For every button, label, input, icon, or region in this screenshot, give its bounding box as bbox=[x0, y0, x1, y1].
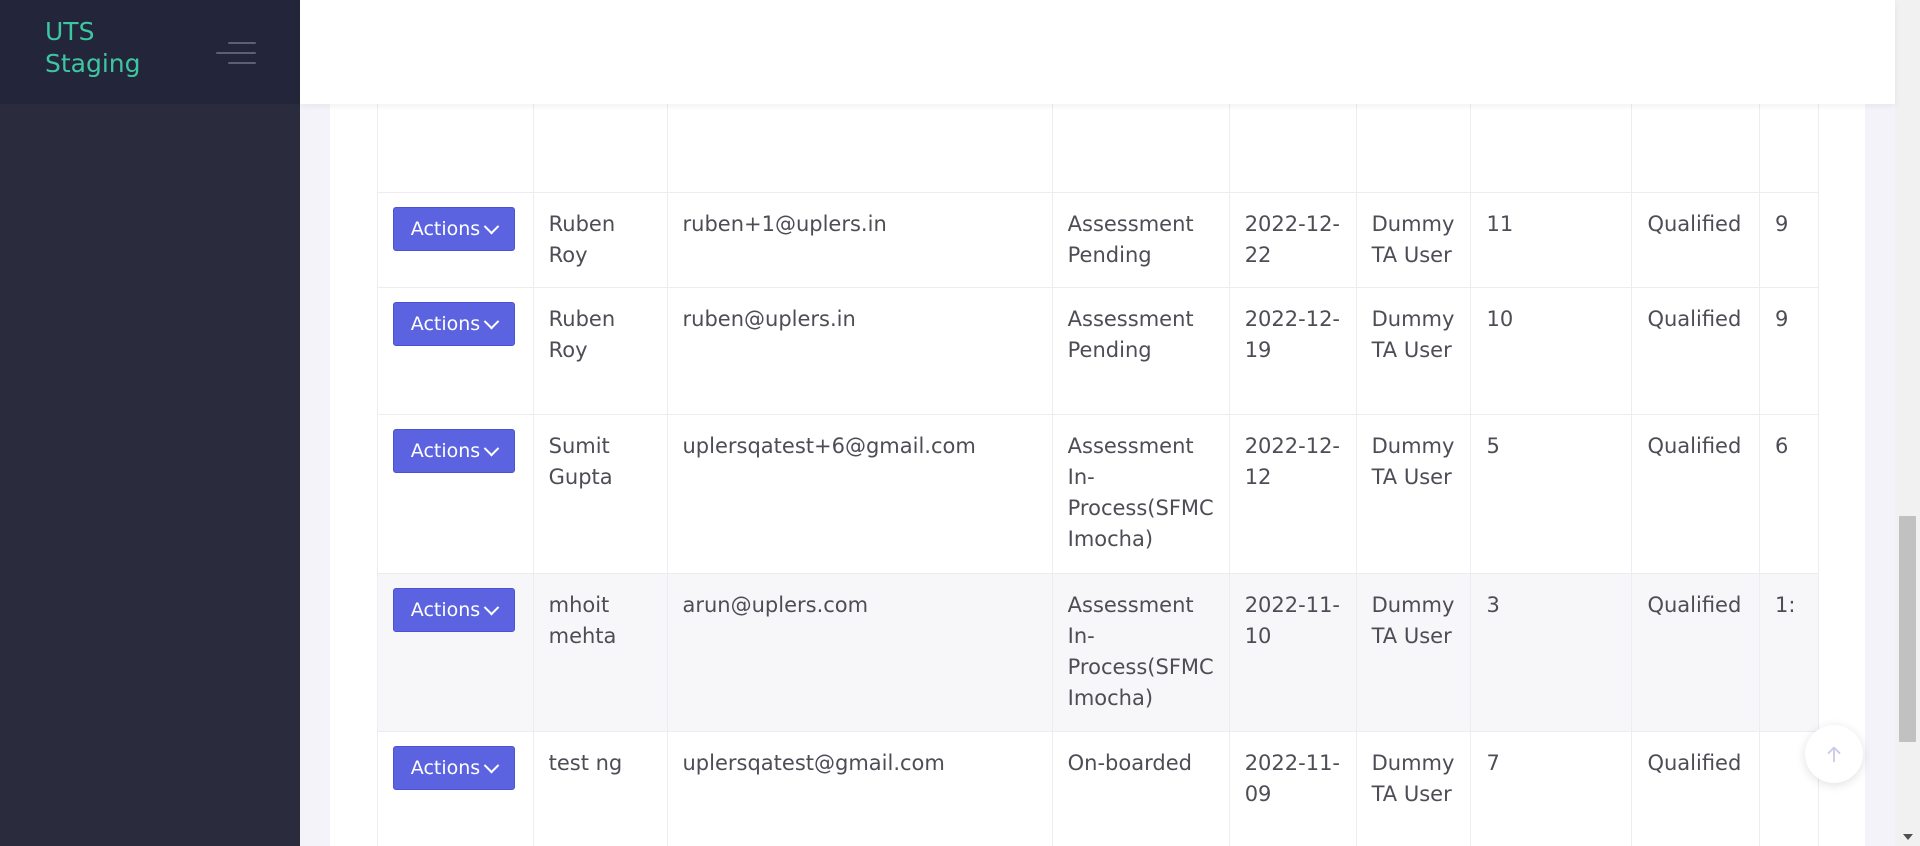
qualification-status: Qualified bbox=[1631, 414, 1761, 574]
table-row: Actions test ng uplersqatest@gmail.com On-b… bbox=[377, 731, 1819, 846]
scroll-down-arrow-icon[interactable] bbox=[1903, 834, 1913, 840]
chevron-down-icon bbox=[483, 440, 500, 456]
candidate-status: On-boarded bbox=[1051, 731, 1230, 846]
page-scrollbar[interactable] bbox=[1895, 0, 1920, 846]
candidate-name: test ng bbox=[532, 731, 668, 846]
actions-cell: Actions bbox=[377, 414, 534, 574]
ta-user: Dummy TA User bbox=[1355, 573, 1472, 732]
candidate-count: 10 bbox=[1470, 287, 1633, 415]
qualification-status: Qualified bbox=[1631, 287, 1761, 415]
candidates-table: Process(SFMC Imocha)ActionsRuben Royrube… bbox=[377, 0, 1819, 846]
candidate-email: ruben@uplers.in bbox=[666, 287, 1053, 415]
actions-dropdown-button[interactable]: Actions bbox=[393, 588, 515, 632]
candidate-count: 3 bbox=[1470, 573, 1633, 732]
candidate-status: Assessment In-Process(SFMC Imocha) bbox=[1051, 414, 1230, 574]
actions-cell: Actions bbox=[377, 287, 534, 415]
arrow-up-icon bbox=[1827, 746, 1841, 763]
ta-user: Dummy TA User bbox=[1355, 414, 1472, 574]
extra-value: 6 bbox=[1759, 414, 1819, 574]
candidate-count: 5 bbox=[1470, 414, 1633, 574]
actions-label: Actions bbox=[410, 440, 481, 462]
qualification-status: Qualified bbox=[1631, 192, 1761, 288]
table-card: Process(SFMC Imocha)ActionsRuben Royrube… bbox=[330, 0, 1865, 846]
top-header-bar bbox=[300, 0, 1895, 104]
extra-value: 9 bbox=[1759, 287, 1819, 415]
qualification-status: Qualified bbox=[1631, 731, 1761, 846]
candidate-email: uplersqatest@gmail.com bbox=[666, 731, 1053, 846]
brand-header: UTS Staging bbox=[0, 0, 300, 104]
actions-dropdown-button[interactable]: Actions bbox=[393, 429, 515, 473]
chevron-down-icon bbox=[483, 313, 500, 329]
candidate-status: Assessment Pending bbox=[1051, 287, 1230, 415]
ta-user: Dummy TA User bbox=[1355, 192, 1472, 288]
sidebar: UTS Staging bbox=[0, 0, 300, 846]
candidate-name: Ruben Roy bbox=[532, 287, 668, 415]
actions-cell: Actions bbox=[377, 573, 534, 732]
qualification-status: Qualified bbox=[1631, 573, 1761, 732]
candidate-email: ruben+1@uplers.in bbox=[666, 192, 1053, 288]
candidate-date: 2022-12-19 bbox=[1228, 287, 1357, 415]
candidate-name: mhoit mehta bbox=[532, 573, 668, 732]
chevron-down-icon bbox=[483, 757, 500, 773]
chevron-down-icon bbox=[483, 218, 500, 234]
candidate-name: Sumit Gupta bbox=[532, 414, 668, 574]
actions-cell: Actions bbox=[377, 192, 534, 288]
candidate-date: 2022-12-12 bbox=[1228, 414, 1357, 574]
candidate-status: Assessment Pending bbox=[1051, 192, 1230, 288]
table-row: Actions Sumit Gupta uplersqatest+6@gmail.c… bbox=[377, 414, 1819, 574]
candidate-email: arun@uplers.com bbox=[666, 573, 1053, 732]
actions-label: Actions bbox=[410, 599, 481, 621]
candidate-date: 2022-12-22 bbox=[1228, 192, 1357, 288]
actions-dropdown-button[interactable]: Actions bbox=[393, 207, 515, 251]
candidate-count: 7 bbox=[1470, 731, 1633, 846]
hamburger-menu-icon[interactable] bbox=[216, 38, 256, 68]
ta-user: Dummy TA User bbox=[1355, 287, 1472, 415]
candidate-date: 2022-11-10 bbox=[1228, 573, 1357, 732]
brand-line-2: Staging bbox=[45, 49, 141, 78]
extra-value: 9 bbox=[1759, 192, 1819, 288]
scrollbar-thumb[interactable] bbox=[1899, 516, 1916, 742]
table-scroll-container[interactable]: Process(SFMC Imocha)ActionsRuben Royrube… bbox=[377, 0, 1819, 846]
back-to-top-button[interactable] bbox=[1805, 725, 1863, 783]
extra-value: 1: bbox=[1759, 573, 1819, 732]
chevron-down-icon bbox=[483, 599, 500, 615]
actions-label: Actions bbox=[410, 757, 481, 779]
candidate-status: Assessment In-Process(SFMC Imocha) bbox=[1051, 573, 1230, 732]
table-row: Actions mhoit mehta arun@uplers.com Assessm… bbox=[377, 573, 1819, 732]
brand-line-1: UTS bbox=[45, 17, 95, 46]
candidate-date: 2022-11-09 bbox=[1228, 731, 1357, 846]
actions-label: Actions bbox=[410, 218, 481, 240]
table-row: Actions Ruben Roy ruben@uplers.in Assessmen… bbox=[377, 287, 1819, 415]
candidate-name: Ruben Roy bbox=[532, 192, 668, 288]
ta-user: Dummy TA User bbox=[1355, 731, 1472, 846]
actions-dropdown-button[interactable]: Actions bbox=[393, 746, 515, 790]
actions-cell: Actions bbox=[377, 731, 534, 846]
candidate-email: uplersqatest+6@gmail.com bbox=[666, 414, 1053, 574]
actions-label: Actions bbox=[410, 313, 481, 335]
main-content: Process(SFMC Imocha)ActionsRuben Royrube… bbox=[300, 0, 1895, 846]
app-logo-text[interactable]: UTS Staging bbox=[45, 16, 165, 80]
table-row: Actions Ruben Roy ruben+1@uplers.in Assessm… bbox=[377, 192, 1819, 288]
candidate-count: 11 bbox=[1470, 192, 1633, 288]
actions-dropdown-button[interactable]: Actions bbox=[393, 302, 515, 346]
